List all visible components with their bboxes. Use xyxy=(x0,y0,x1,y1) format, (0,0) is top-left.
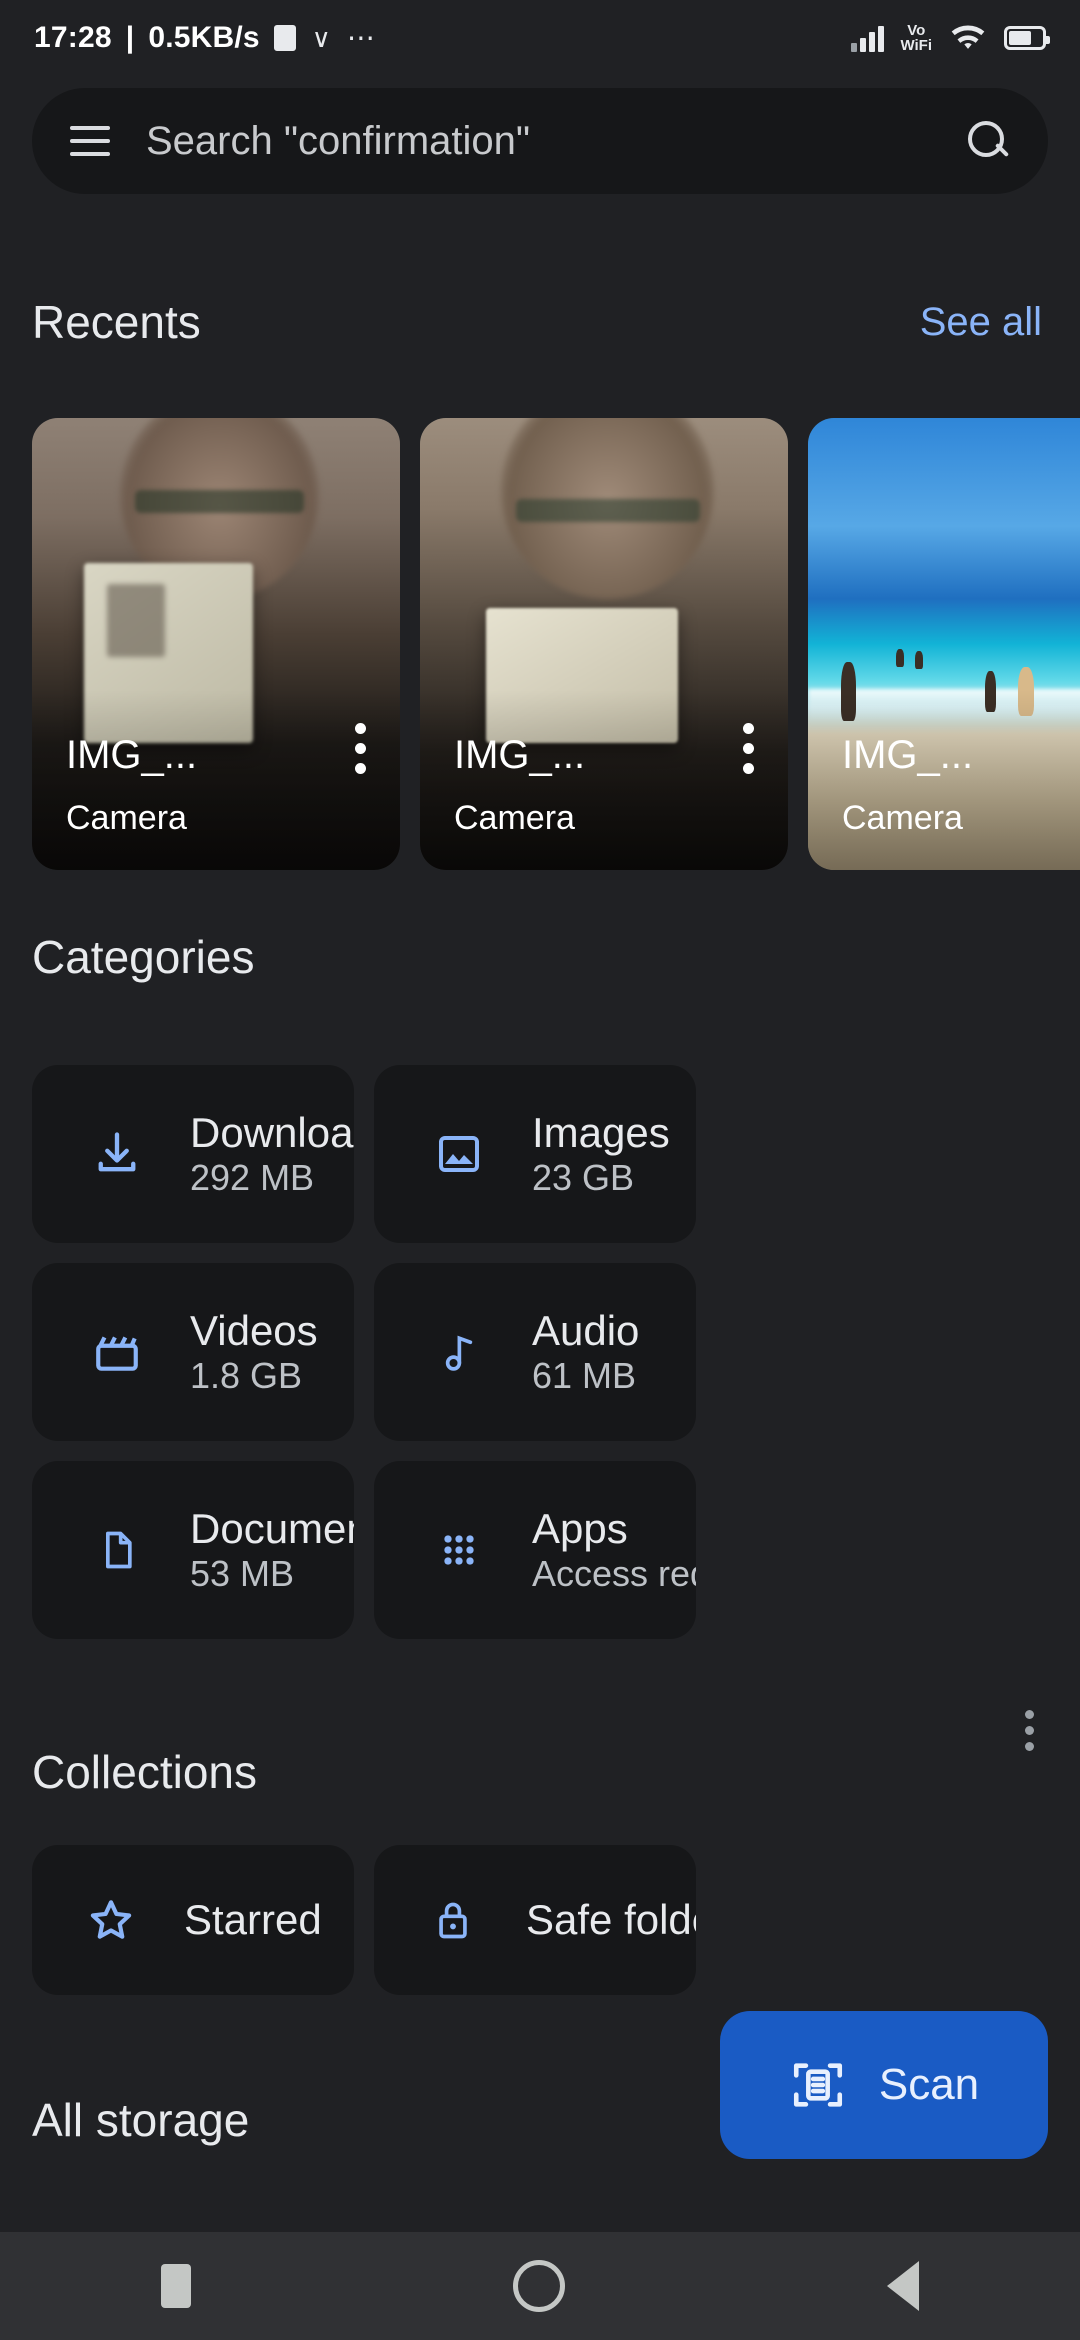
triangle-back-icon[interactable] xyxy=(887,2261,919,2311)
list-item[interactable]: IMG_... Camera xyxy=(32,418,400,870)
collection-tile-starred[interactable]: Starred xyxy=(32,1845,354,1995)
category-tile-documents[interactable]: Documents 53 MB xyxy=(32,1461,354,1639)
category-access: Access required xyxy=(532,1553,696,1595)
category-tile-downloads[interactable]: Downloads 292 MB xyxy=(32,1065,354,1243)
recents-header: Recents xyxy=(32,295,201,349)
file-source: Camera xyxy=(454,799,575,837)
video-icon xyxy=(88,1323,146,1381)
status-notification-icons: ∨ ⋯ xyxy=(273,22,377,53)
lock-icon xyxy=(426,1893,480,1947)
cast-icon xyxy=(273,25,296,51)
collections-overflow-menu-icon[interactable] xyxy=(1025,1710,1034,1751)
collection-label: Safe folder xyxy=(526,1896,696,1943)
category-tile-images[interactable]: Images 23 GB xyxy=(374,1065,696,1243)
collection-label: Starred xyxy=(184,1896,322,1943)
category-label: Images xyxy=(532,1108,670,1156)
category-label: Downloads xyxy=(190,1108,354,1156)
status-bar-left: 17:28 | 0.5KB/s ∨ ⋯ xyxy=(34,21,377,55)
category-label: Apps xyxy=(532,1504,628,1552)
collection-tile-safe-folder[interactable]: Safe folder xyxy=(374,1845,696,1995)
thumbnail-gradient xyxy=(808,690,1080,870)
category-tile-audio[interactable]: Audio 61 MB xyxy=(374,1263,696,1441)
category-size: 61 MB xyxy=(532,1355,637,1397)
square-recents-icon[interactable] xyxy=(161,2264,191,2308)
all-storage-header: All storage xyxy=(32,2093,249,2147)
thumbnail-gradient xyxy=(32,690,400,870)
vowifi-line2: WiFi xyxy=(900,37,932,54)
categories-header: Categories xyxy=(32,930,254,984)
cellular-signal-icon xyxy=(851,24,885,52)
see-all-link[interactable]: See all xyxy=(920,300,1042,345)
circle-home-icon[interactable] xyxy=(513,2260,565,2312)
recents-carousel[interactable]: IMG_... Camera IMG_... Camera IMG_... Ca… xyxy=(32,418,1080,870)
file-name: IMG_... xyxy=(66,733,198,777)
network-speed: 0.5KB/s xyxy=(148,21,260,54)
category-size: 292 MB xyxy=(190,1157,315,1199)
scan-button[interactable]: Scan xyxy=(720,2011,1048,2159)
star-icon xyxy=(84,1893,138,1947)
battery-icon xyxy=(1004,26,1050,50)
category-tile-apps[interactable]: Apps Access required xyxy=(374,1461,696,1639)
vowifi-icon: Vo WiFi xyxy=(900,23,932,53)
recents-title: Recents xyxy=(32,296,201,348)
hamburger-menu-icon[interactable] xyxy=(70,126,110,156)
category-label: Documents xyxy=(190,1504,354,1552)
category-size: 23 GB xyxy=(532,1157,635,1199)
search-bar[interactable]: Search "confirmation" xyxy=(32,88,1048,194)
search-input[interactable]: Search "confirmation" xyxy=(146,119,966,164)
collections-title: Collections xyxy=(32,1746,257,1798)
file-source: Camera xyxy=(842,799,963,837)
scan-label: Scan xyxy=(878,2060,980,2109)
file-source: Camera xyxy=(66,799,187,837)
image-icon xyxy=(430,1125,488,1183)
overflow-menu-icon[interactable] xyxy=(355,723,366,774)
overflow-menu-icon[interactable] xyxy=(743,723,754,774)
status-bar: 17:28 | 0.5KB/s ∨ ⋯ Vo WiFi xyxy=(0,0,1080,76)
status-separator: | xyxy=(125,21,135,54)
file-name: IMG_... xyxy=(842,733,974,777)
document-icon xyxy=(88,1521,146,1579)
category-label: Audio xyxy=(532,1306,640,1354)
list-item[interactable]: IMG_... Camera xyxy=(420,418,788,870)
more-notifications-icon: ⋯ xyxy=(346,22,377,53)
wifi-icon xyxy=(948,23,988,53)
thumbnail-gradient xyxy=(420,690,788,870)
download-icon xyxy=(88,1125,146,1183)
files-app-screen: 17:28 | 0.5KB/s ∨ ⋯ Vo WiFi Search "conf… xyxy=(0,0,1080,2340)
file-name: IMG_... xyxy=(454,733,586,777)
status-bar-right: Vo WiFi xyxy=(851,23,1050,53)
category-label: Videos xyxy=(190,1306,318,1354)
search-icon[interactable] xyxy=(966,119,1010,163)
list-item[interactable]: IMG_... Camera xyxy=(808,418,1080,870)
vpn-icon: ∨ xyxy=(311,23,331,53)
apps-grid-icon xyxy=(430,1521,488,1579)
category-tile-videos[interactable]: Videos 1.8 GB xyxy=(32,1263,354,1441)
system-navigation-bar xyxy=(0,2232,1080,2340)
music-note-icon xyxy=(430,1323,488,1381)
categories-title: Categories xyxy=(32,931,255,983)
collections-header: Collections xyxy=(32,1745,257,1799)
category-size: 53 MB xyxy=(190,1553,295,1595)
category-size: 1.8 GB xyxy=(190,1355,303,1397)
status-clock: 17:28 xyxy=(34,21,112,54)
document-scan-icon xyxy=(789,2056,847,2114)
all-storage-title: All storage xyxy=(32,2094,250,2146)
